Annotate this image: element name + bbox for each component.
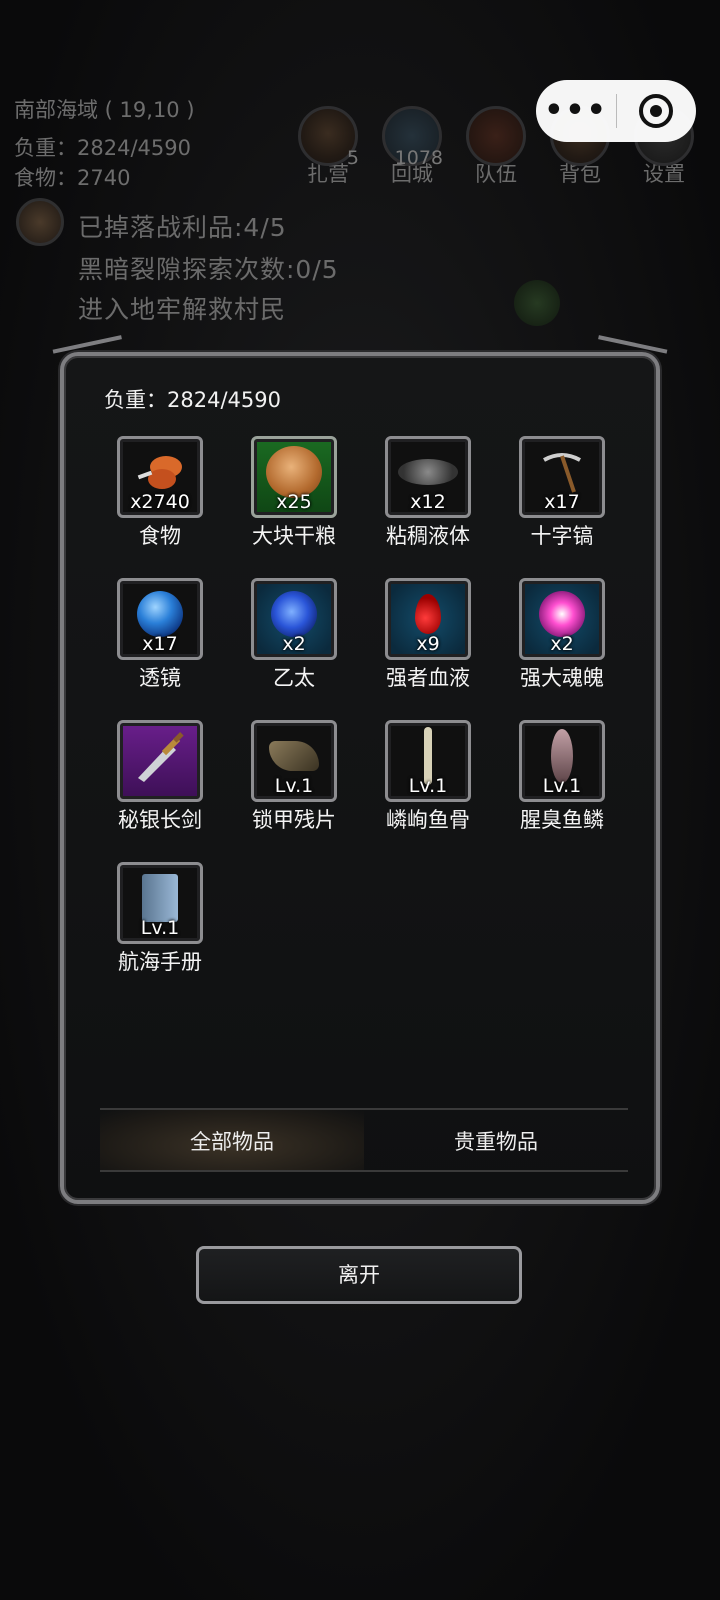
inventory-item-lens[interactable]: x17 透镜 [110, 578, 210, 692]
tab-valuable-items[interactable]: 贵重物品 [364, 1110, 628, 1170]
lens-icon [137, 591, 183, 638]
inventory-item-sticky-liquid[interactable]: x12 粘稠液体 [378, 436, 478, 550]
portal-icon: 1078 [382, 106, 443, 169]
mini-program-capsule: ••• [536, 80, 696, 142]
hud-food-text: 食物：2740 [14, 166, 131, 190]
quest-loot-progress: 已掉落战利品:4/5 [78, 213, 287, 242]
inventory-item-food[interactable]: x2740 食物 [110, 436, 210, 550]
blood-icon [415, 594, 441, 635]
quest-rift-progress: 黑暗裂隙探索次数:0/5 [78, 255, 339, 284]
inventory-item-pickaxe[interactable]: x17 十字镐 [512, 436, 612, 550]
inventory-item-fishbone[interactable]: Lv.1 嶙峋鱼骨 [378, 720, 478, 834]
meat-icon [137, 456, 182, 490]
quest-dungeon: 进入地牢解救村民 [78, 295, 287, 324]
inventory-item-chainmail-fragment[interactable]: Lv.1 锁甲残片 [244, 720, 344, 834]
ether-icon [271, 591, 317, 638]
tab-all-items[interactable]: 全部物品 [100, 1110, 364, 1170]
close-mini-program-button[interactable] [617, 94, 695, 128]
more-icon[interactable]: ••• [536, 80, 616, 142]
inventory-item-sailing-manual[interactable]: Lv.1 航海手册 [110, 862, 210, 976]
inventory-item-strong-soul[interactable]: x2 强大魂魄 [512, 578, 612, 692]
leave-button[interactable]: 离开 [196, 1246, 522, 1304]
inventory-tabs: 全部物品 贵重物品 [100, 1108, 628, 1172]
team-icon [466, 106, 526, 166]
quest-scroll-icon[interactable] [16, 198, 64, 246]
chainmail-icon [269, 741, 319, 772]
inventory-item-ether[interactable]: x2 乙太 [244, 578, 344, 692]
inventory-item-fishscale[interactable]: Lv.1 腥臭鱼鳞 [512, 720, 612, 834]
pickaxe-icon [543, 453, 581, 494]
inventory-item-big-ration[interactable]: x25 大块干粮 [244, 436, 344, 550]
target-icon [639, 94, 673, 128]
book-icon [142, 874, 178, 923]
inventory-weight: 负重：2824/4590 [104, 388, 281, 412]
inventory-panel: 负重：2824/4590 x2740 食物 x25 大块干粮 x12 粘稠液体 … [52, 335, 668, 1204]
hud-weight-text: 负重：2824/4590 [14, 136, 191, 160]
sword-icon [138, 732, 184, 783]
location-text: 南部海域 ( 19,10 ) [14, 98, 195, 122]
return-city-button[interactable]: 1078 回城 [380, 106, 444, 188]
camp-button[interactable]: 5 扎营 [296, 106, 360, 188]
inventory-item-mithril-sword[interactable]: 秘银长剑 [110, 720, 210, 834]
soul-icon [539, 591, 585, 638]
inventory-item-strong-blood[interactable]: x9 强者血液 [378, 578, 478, 692]
slime-icon [398, 459, 458, 486]
team-button[interactable]: 队伍 [464, 106, 528, 188]
green-orb-icon[interactable] [514, 280, 560, 326]
campfire-icon: 5 [298, 106, 359, 169]
